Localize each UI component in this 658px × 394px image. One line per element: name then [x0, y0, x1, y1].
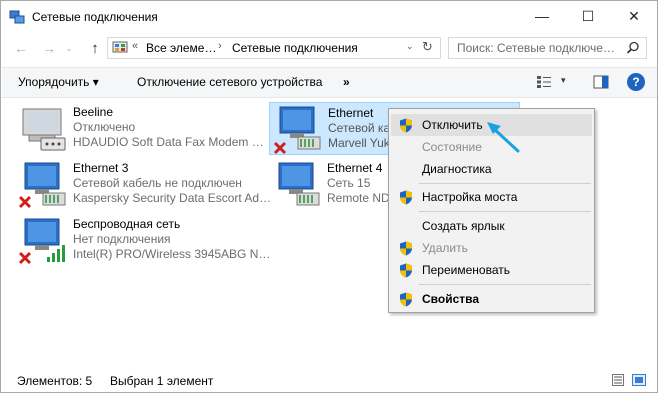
view-options-dropdown-icon[interactable]: ▾ — [561, 75, 566, 86]
up-arrow-icon[interactable]: ↑ — [85, 38, 105, 58]
menu-item-disable[interactable]: Отключить — [391, 114, 592, 136]
connection-name: Беспроводная сеть — [73, 217, 181, 231]
connection-name: Ethernet 3 — [73, 161, 129, 175]
connection-device: HDAUDIO Soft Data Fax Modem … — [73, 135, 264, 149]
context-menu: Отключить Состояние Диагностика Настройк… — [388, 108, 595, 313]
disconnected-x-icon — [273, 141, 287, 155]
navigation-bar: ← → ⌄ ↑ « Все элеме… › Сетевые подключен… — [1, 33, 657, 63]
search-icon[interactable] — [626, 41, 640, 55]
menu-item-properties[interactable]: Свойства — [391, 288, 592, 310]
forward-arrow-icon[interactable]: → — [39, 38, 59, 58]
search-box[interactable]: Поиск: Сетевые подключе… — [448, 37, 647, 59]
connection-device: Intel(R) PRO/Wireless 3945ABG N… — [73, 247, 271, 261]
minimize-button[interactable]: — — [519, 1, 565, 31]
uac-shield-icon — [400, 241, 412, 256]
command-bar: Упорядочить ▾ Отключение сетевого устрой… — [2, 67, 657, 98]
menu-item-label: Создать ярлык — [422, 219, 505, 233]
close-button[interactable]: ✕ — [611, 1, 657, 31]
uac-shield-icon — [400, 190, 412, 205]
disconnected-x-icon — [18, 251, 32, 265]
menu-item-label: Диагностика — [422, 162, 492, 176]
selection-count: Выбран 1 элемент — [110, 374, 214, 388]
menu-separator — [419, 211, 591, 212]
uac-shield-icon — [400, 263, 412, 278]
back-arrow-icon[interactable]: ← — [11, 38, 31, 58]
help-icon[interactable]: ? — [627, 73, 645, 91]
preview-pane-icon[interactable] — [593, 75, 609, 89]
disconnected-x-icon — [18, 195, 32, 209]
menu-item-label: Отключить — [422, 118, 483, 132]
large-icons-view-icon[interactable] — [632, 374, 646, 386]
menu-item-label: Состояние — [422, 140, 482, 154]
uac-shield-icon — [400, 292, 412, 307]
connection-item-wireless[interactable]: Беспроводная сеть Нет подключения Intel(… — [17, 217, 270, 267]
address-segment-network-connections[interactable]: Сетевые подключения — [232, 41, 358, 55]
menu-item-status[interactable]: Состояние — [391, 136, 592, 158]
address-dropdown-icon[interactable]: ⌄ — [406, 41, 414, 52]
title-bar: Сетевые подключения — ☐ ✕ — [1, 1, 657, 33]
network-connections-window: Сетевые подключения — ☐ ✕ ← → ⌄ ↑ « Все … — [0, 0, 658, 393]
details-view-icon[interactable] — [612, 374, 624, 386]
ethernet-adapter-icon — [278, 162, 320, 206]
address-overflow-chevron[interactable]: « — [132, 40, 138, 52]
disable-network-device-button[interactable]: Отключение сетевого устройства — [137, 75, 322, 89]
uac-shield-icon — [400, 118, 412, 133]
connection-name: Beeline — [73, 105, 114, 119]
address-segment-all-items[interactable]: Все элеме… — [146, 41, 216, 55]
control-panel-icon — [112, 41, 128, 53]
menu-item-label: Настройка моста — [422, 190, 518, 204]
connection-item-beeline[interactable]: Beeline Отключено HDAUDIO Soft Data Fax … — [17, 105, 264, 155]
connection-item-ethernet-4[interactable]: Ethernet 4 Сеть 15 Remote ND… — [271, 161, 402, 211]
menu-separator — [419, 183, 591, 184]
menu-item-label: Свойства — [422, 292, 480, 306]
menu-item-rename[interactable]: Переименовать — [391, 259, 592, 281]
menu-item-delete[interactable]: Удалить — [391, 237, 592, 259]
more-commands-button[interactable]: » — [343, 75, 350, 89]
connection-device: Kaspersky Security Data Escort Ad… — [73, 191, 272, 205]
organize-menu[interactable]: Упорядочить ▾ — [18, 75, 99, 89]
menu-item-label: Удалить — [422, 241, 468, 255]
item-count: Элементов: 5 — [17, 374, 93, 388]
connection-status: Сетевой кабель не подключен — [73, 176, 242, 190]
menu-item-label: Переименовать — [422, 263, 510, 277]
connection-item-ethernet-3[interactable]: Ethernet 3 Сетевой кабель не подключен K… — [17, 161, 271, 211]
change-view-icon[interactable] — [536, 75, 552, 89]
maximize-button[interactable]: ☐ — [565, 1, 611, 31]
menu-separator — [419, 284, 591, 285]
search-placeholder: Поиск: Сетевые подключе… — [457, 41, 615, 55]
status-bar: Элементов: 5 Выбран 1 элемент — [2, 369, 657, 392]
network-connections-icon — [9, 10, 25, 24]
address-bar[interactable]: « Все элеме… › Сетевые подключения ⌄ ↻ — [107, 37, 441, 59]
connection-status: Нет подключения — [73, 232, 171, 246]
window-title: Сетевые подключения — [32, 10, 158, 24]
address-separator[interactable]: › — [218, 40, 222, 52]
connection-status: Отключено — [73, 120, 136, 134]
refresh-icon[interactable]: ↻ — [422, 39, 433, 55]
menu-item-bridge-connections[interactable]: Настройка моста — [391, 186, 592, 208]
modem-icon — [22, 108, 66, 151]
menu-item-create-shortcut[interactable]: Создать ярлык — [391, 215, 592, 237]
menu-item-diagnostics[interactable]: Диагностика — [391, 158, 592, 180]
recent-locations-icon[interactable]: ⌄ — [63, 38, 75, 58]
